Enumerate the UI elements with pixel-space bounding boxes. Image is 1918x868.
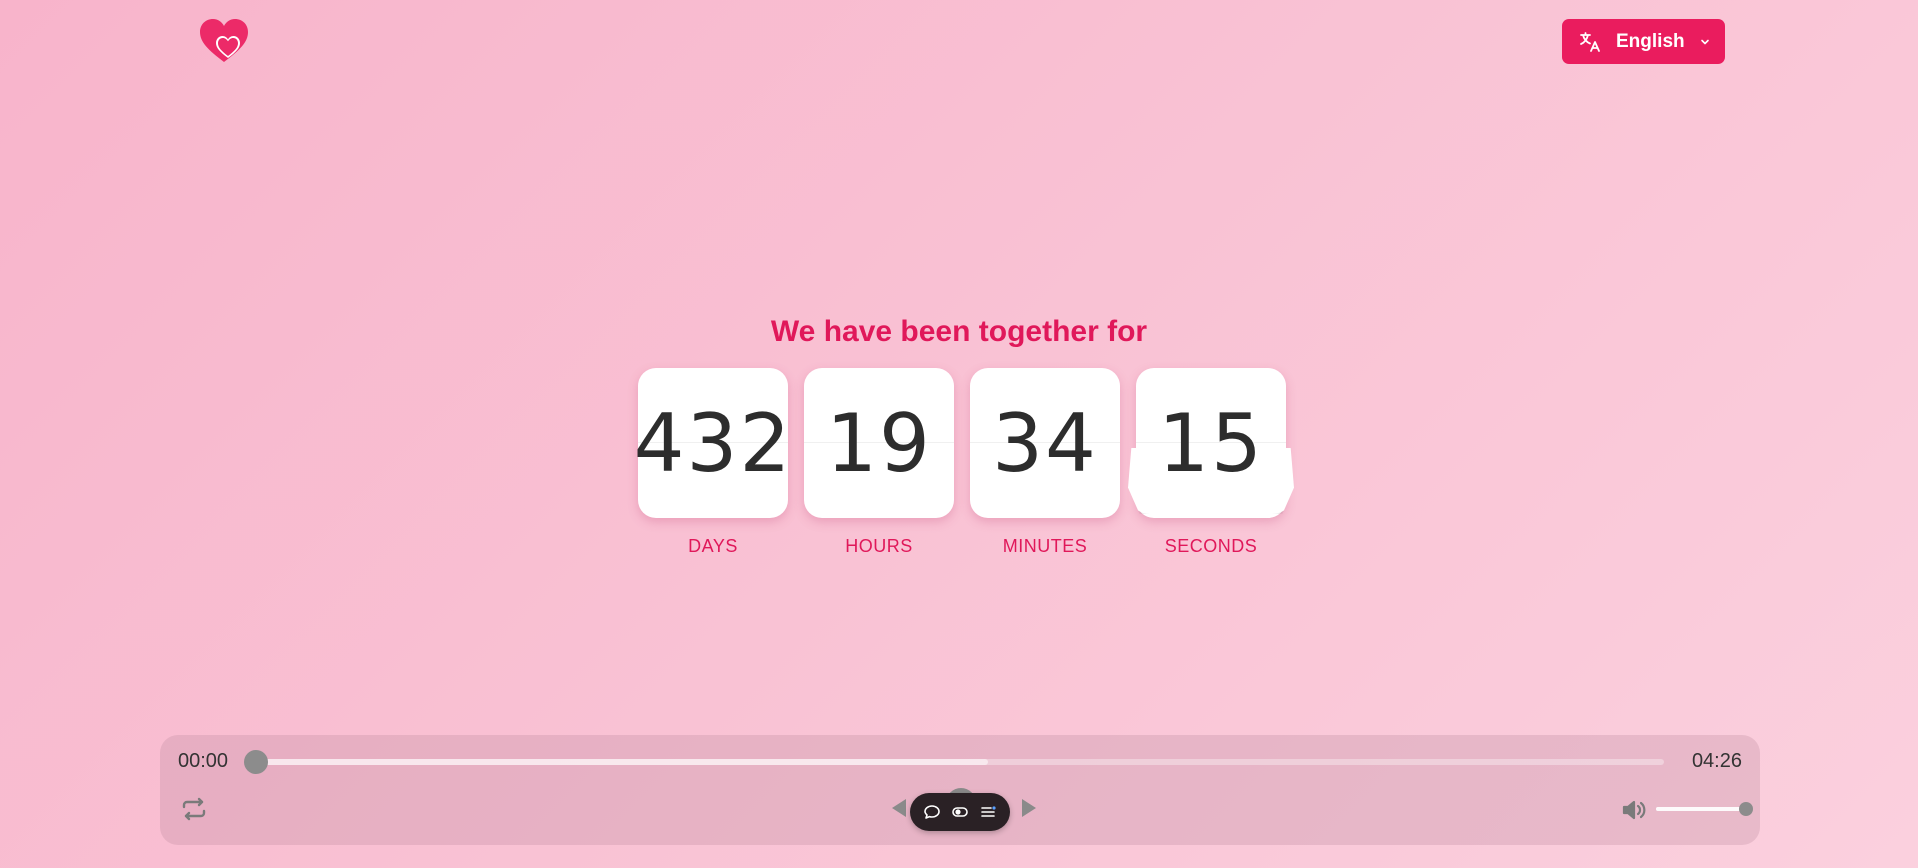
- minutes-card: 34: [970, 368, 1120, 518]
- language-label: English: [1616, 30, 1685, 52]
- hours-label: HOURS: [845, 536, 913, 556]
- translate-icon: [1580, 31, 1600, 52]
- chat-bubble-icon[interactable]: [923, 803, 941, 821]
- seconds-card: 15: [1128, 368, 1294, 518]
- minutes-value: 34: [992, 396, 1098, 490]
- logo-double-heart-icon[interactable]: [198, 18, 250, 64]
- volume-thumb[interactable]: [1739, 802, 1753, 816]
- seconds-value: 15: [1158, 396, 1264, 490]
- days-label: DAYS: [688, 536, 738, 556]
- repeat-icon[interactable]: [180, 795, 208, 823]
- triangle-right-icon[interactable]: [1018, 797, 1040, 819]
- counter-hours: 19 HOURS: [804, 368, 954, 557]
- page-title: We have been together for: [770, 315, 1148, 348]
- progress-thumb[interactable]: [244, 750, 268, 774]
- duration-time: 04:26: [1691, 750, 1742, 772]
- chevron-down-icon: [1700, 39, 1709, 44]
- language-selector-button[interactable]: English: [1562, 19, 1725, 64]
- volume-slider[interactable]: [1656, 802, 1753, 816]
- current-time: 00:00: [178, 750, 229, 772]
- counter-minutes: 34 MINUTES: [970, 368, 1120, 557]
- minutes-label: MINUTES: [1002, 536, 1088, 556]
- progress-buffered: [256, 759, 989, 765]
- time-together-counter: 432 DAYS 19 HOURS 34 MINUTES 15 SECONDS: [634, 368, 1294, 557]
- days-card: 432: [634, 368, 790, 518]
- counter-days: 432 DAYS: [634, 368, 790, 557]
- hours-card: 19: [804, 368, 954, 518]
- hours-value: 19: [826, 396, 932, 490]
- floating-toolbar: [910, 793, 1010, 831]
- volume-icon[interactable]: [1620, 796, 1648, 824]
- music-player: 00:00 04:26: [160, 735, 1760, 845]
- triangle-left-icon[interactable]: [888, 797, 910, 819]
- toggle-icon[interactable]: [951, 803, 969, 821]
- list-icon[interactable]: [979, 803, 997, 821]
- counter-seconds: 15 SECONDS: [1128, 368, 1294, 557]
- progress-bar[interactable]: [244, 750, 1664, 774]
- days-value: 432: [633, 396, 793, 490]
- seconds-label: SECONDS: [1164, 536, 1258, 556]
- volume-fill: [1656, 807, 1746, 811]
